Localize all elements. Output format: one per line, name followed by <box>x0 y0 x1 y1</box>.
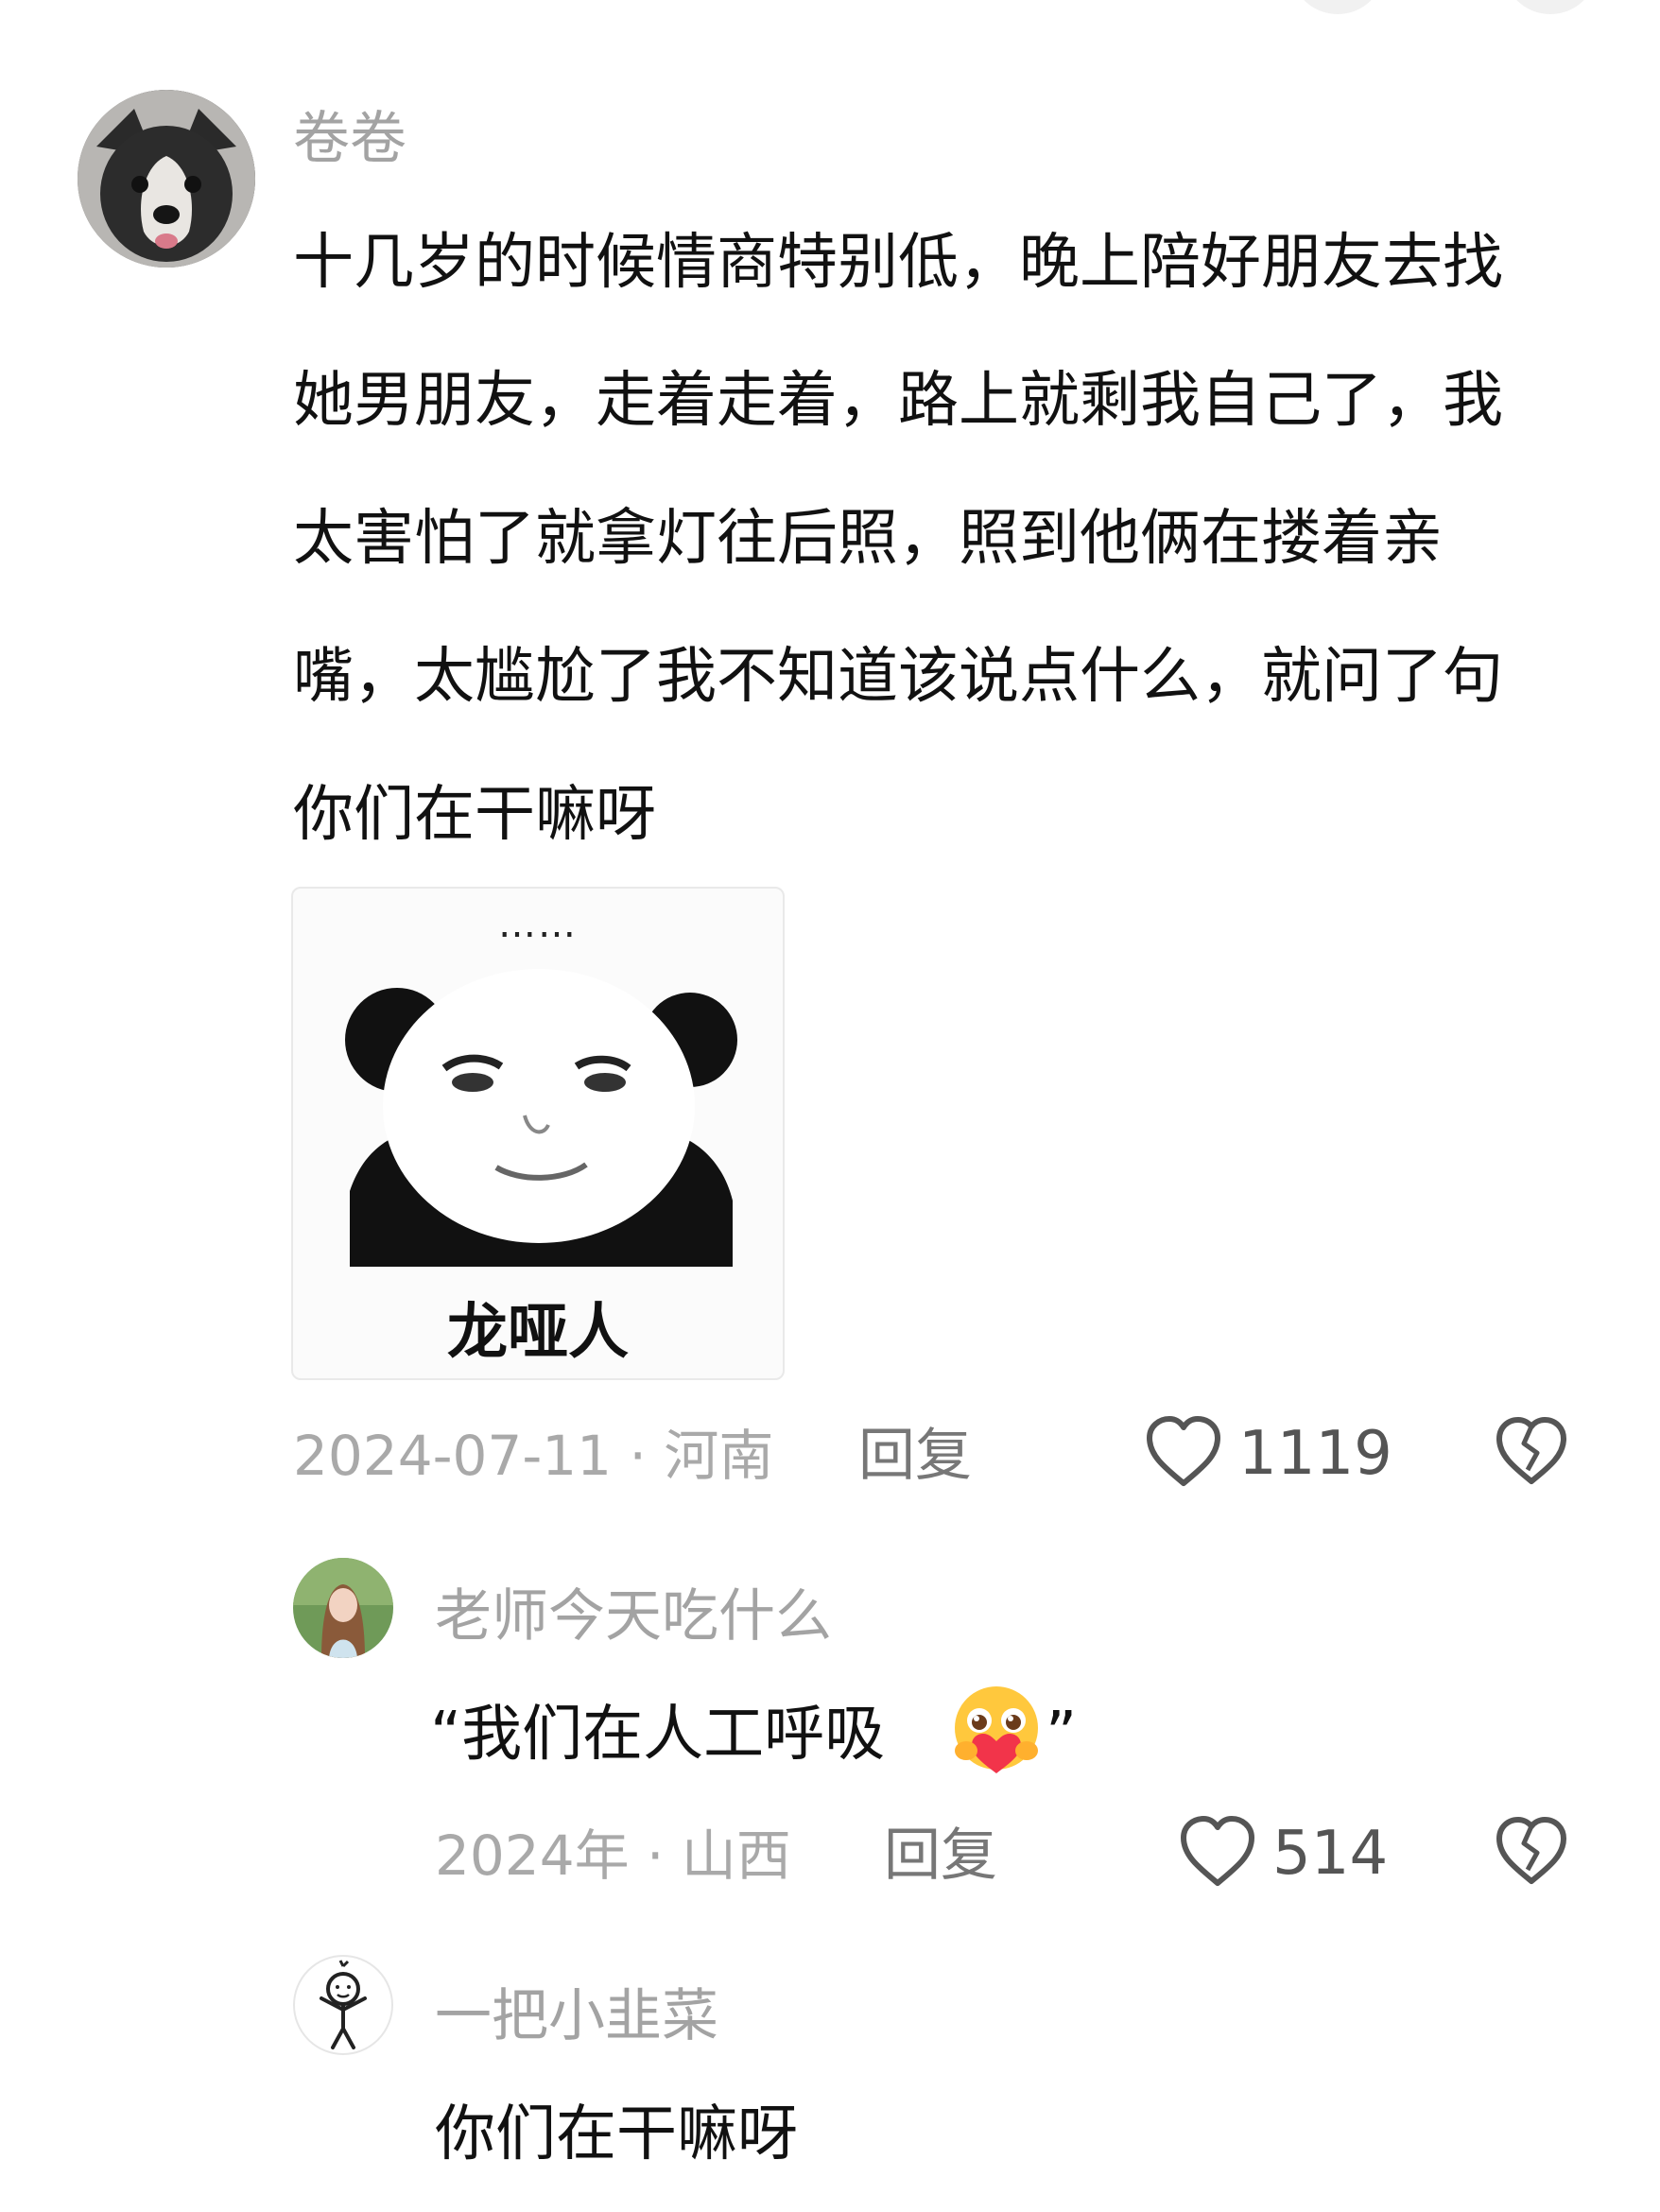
panda-meme-icon <box>345 969 737 1267</box>
sticker-image[interactable]: …… 龙哑人 <box>291 887 785 1380</box>
reply-body: 你们在干嘛呀 <box>435 2100 798 2169</box>
avatar[interactable] <box>78 90 255 268</box>
hugging-heart-emoji-icon <box>955 1686 1038 1773</box>
reply-avatar[interactable] <box>293 1955 393 2055</box>
reply-button[interactable]: 回复 <box>858 1423 972 1489</box>
sticker-caption: 龙哑人 <box>447 1298 629 1368</box>
reply-avatar[interactable] <box>293 1558 393 1658</box>
top-action-circle[interactable] <box>1503 0 1598 14</box>
broken-heart-icon[interactable] <box>1494 1813 1569 1889</box>
reply-button[interactable]: 回复 <box>884 1823 997 1889</box>
sticker-dots: …… <box>498 903 578 946</box>
girl-avatar-image <box>293 1558 393 1658</box>
heart-outline-icon[interactable] <box>1144 1413 1223 1489</box>
comment-body: 十几岁的时候情商特别低，晚上陪好朋友去找她男朋友，走着走着，路上就剩我自己了，我… <box>293 228 1503 850</box>
doodle-person-avatar-image <box>320 1960 367 2049</box>
reply-username[interactable]: 老师今天吃什么 <box>435 1583 832 1650</box>
like-count: 514 <box>1272 1819 1389 1889</box>
like-count: 1119 <box>1238 1419 1392 1489</box>
heart-outline-icon[interactable] <box>1178 1813 1257 1889</box>
reply-body-end: ” <box>1046 1700 1078 1770</box>
dog-avatar-image <box>78 90 255 268</box>
reply-date-location: 2024年 · 山西 <box>435 1823 791 1888</box>
reply-body: “我们在人工呼吸 <box>430 1700 886 1770</box>
comment-username[interactable]: 卷卷 <box>293 106 406 172</box>
top-action-circle[interactable] <box>1290 0 1385 14</box>
reply-username[interactable]: 一把小韭菜 <box>435 1983 718 2049</box>
broken-heart-icon[interactable] <box>1494 1413 1569 1489</box>
comment-date-location: 2024-07-11 · 河南 <box>293 1424 774 1488</box>
